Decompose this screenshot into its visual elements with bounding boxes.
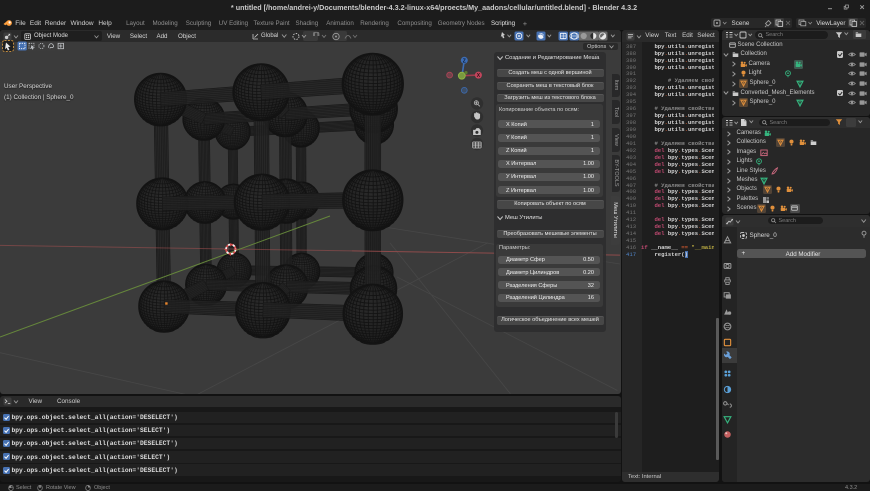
svg-text:Z: Z xyxy=(463,58,466,64)
